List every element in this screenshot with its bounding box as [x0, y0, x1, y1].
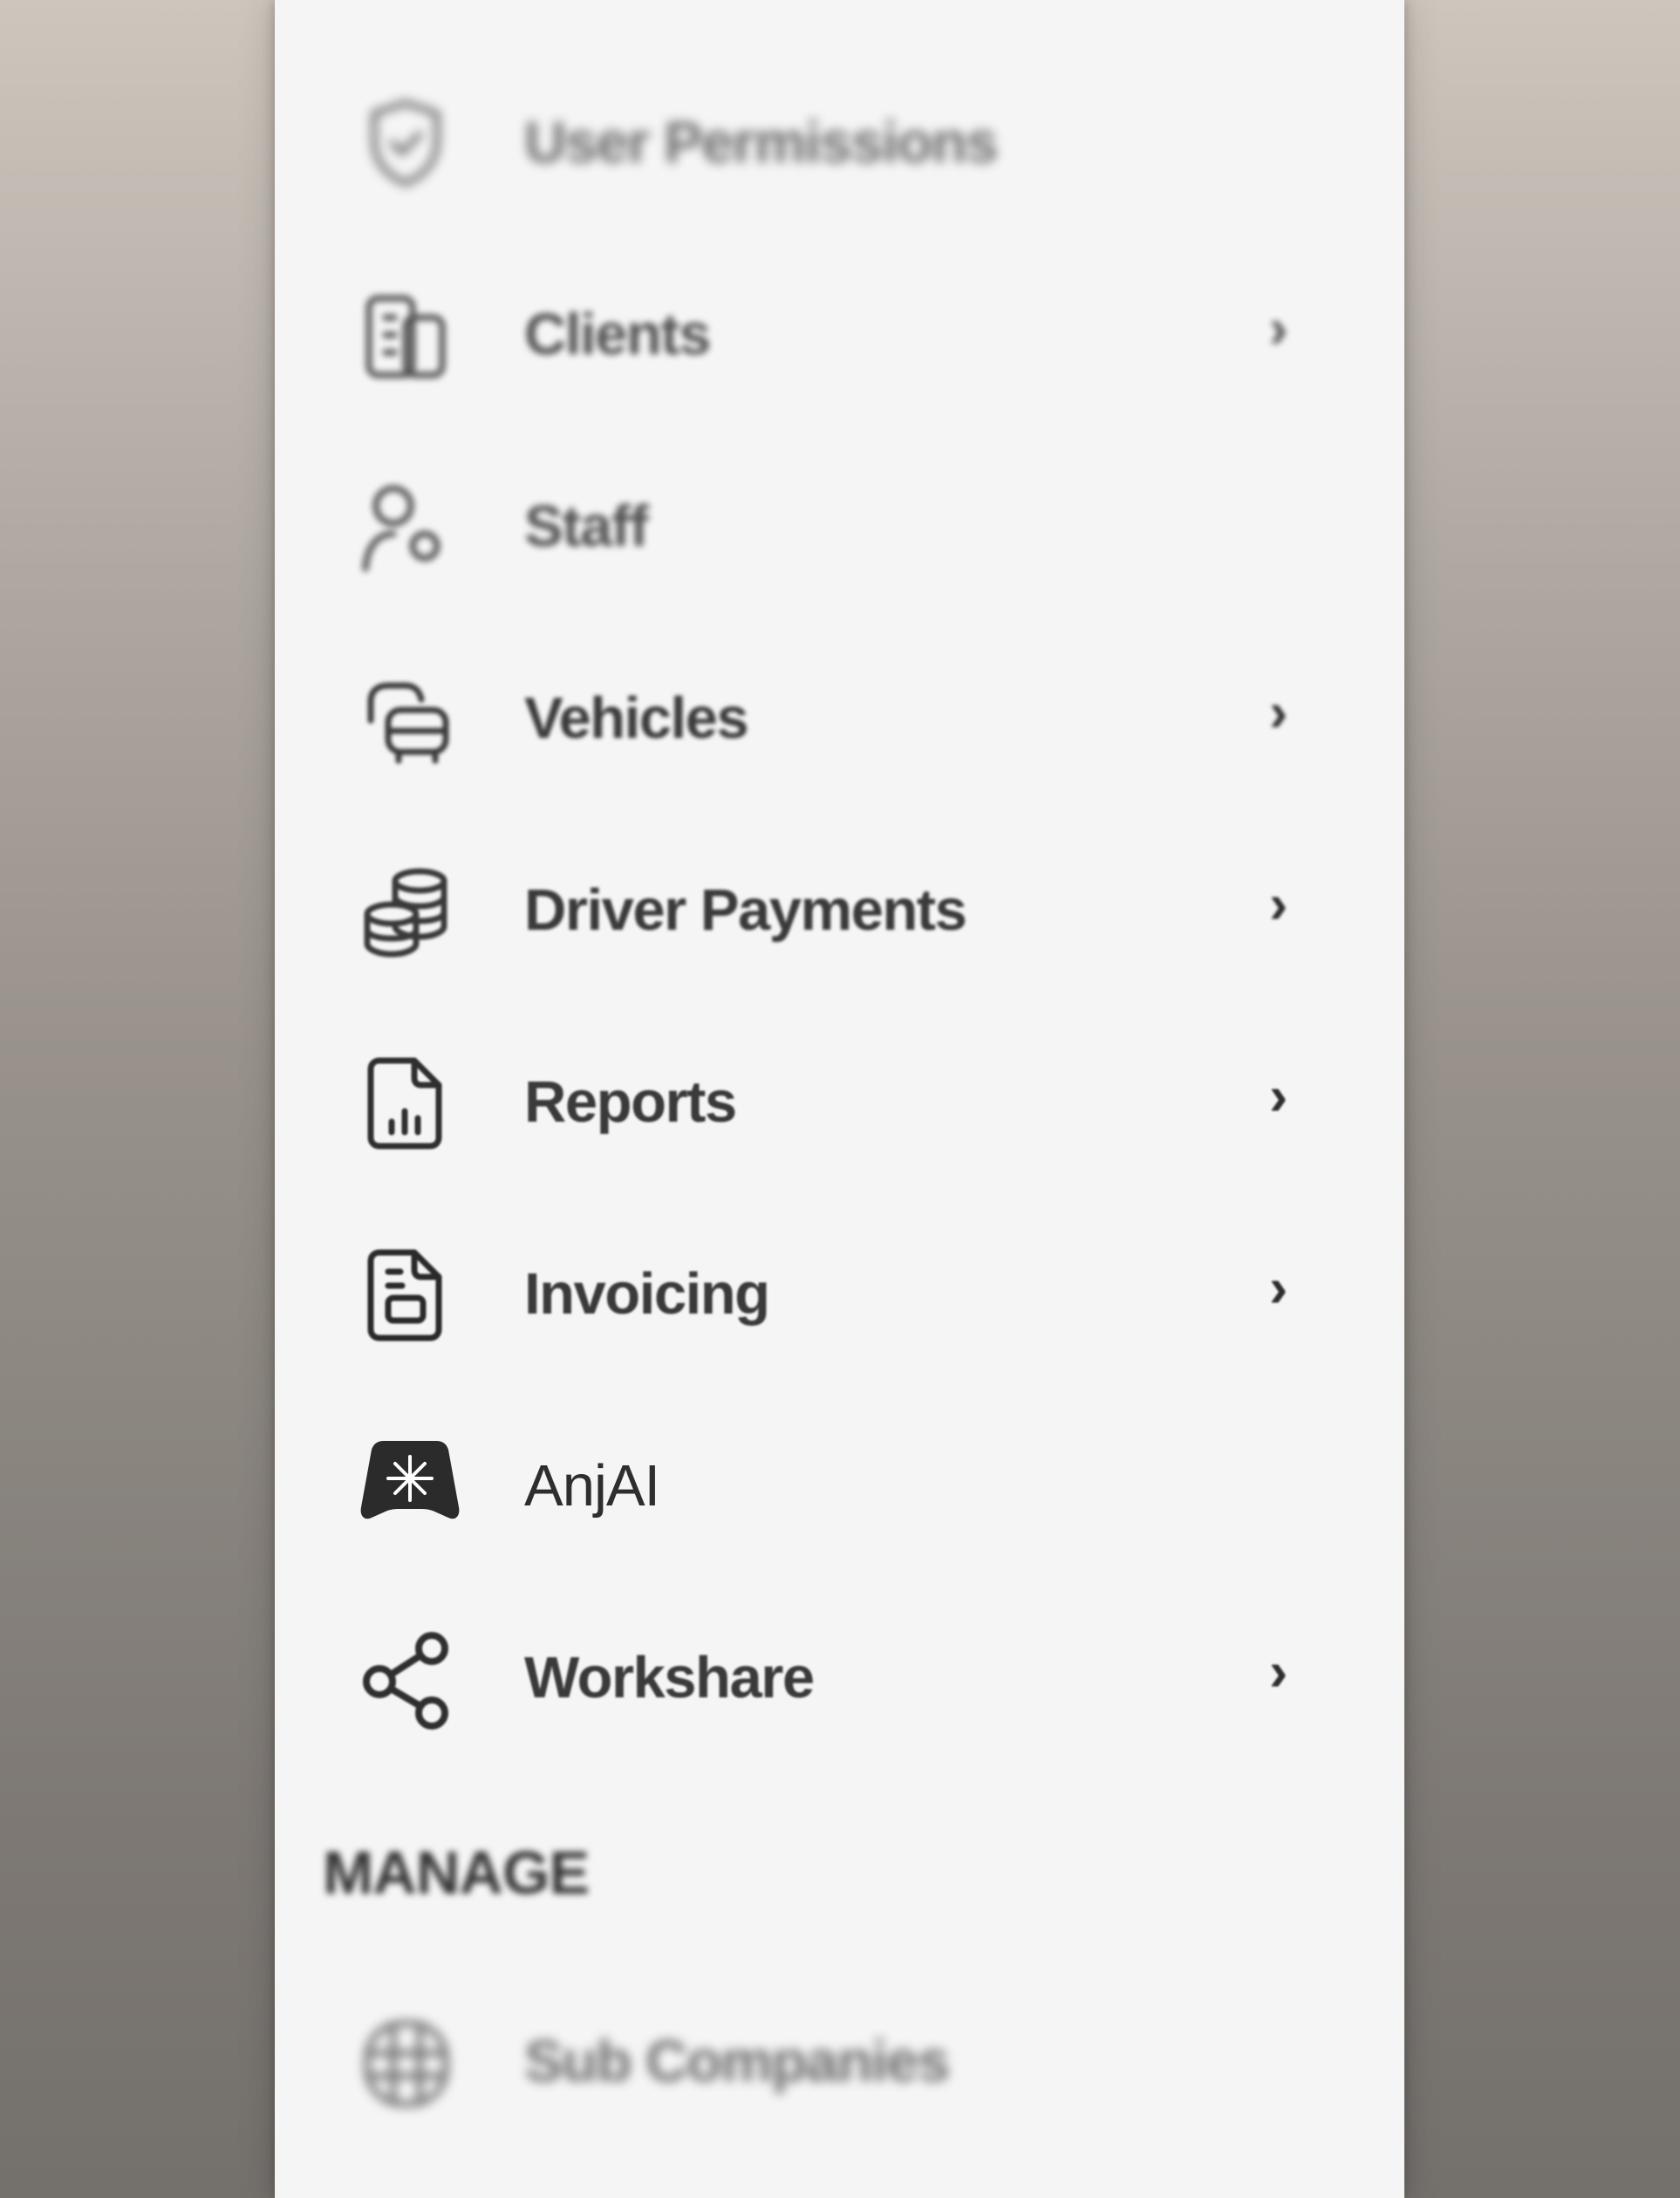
anjai-logo-icon — [358, 1437, 462, 1525]
menu-item-anjai[interactable]: AnjAI — [275, 1396, 1404, 1553]
share-nodes-icon — [353, 1626, 458, 1730]
chevron-right-icon: › — [1269, 872, 1288, 935]
menu-item-reports[interactable]: Reports › — [275, 1012, 1404, 1169]
menu-item-invoicing[interactable]: Invoicing › — [275, 1204, 1404, 1361]
menu-item-sub-companies[interactable]: Sub Companies — [275, 1971, 1404, 2128]
menu-item-clients[interactable]: Clients › — [275, 244, 1404, 401]
chevron-right-icon: › — [1269, 1064, 1288, 1127]
chevron-right-icon: › — [1269, 1256, 1288, 1319]
vehicles-icon — [353, 666, 458, 771]
chevron-right-icon: › — [1269, 680, 1288, 743]
globe-icon — [353, 2010, 458, 2114]
menu-item-label: AnjAI — [524, 1453, 660, 1519]
menu-item-staff[interactable]: Staff — [275, 436, 1404, 593]
menu-item-driver-payments[interactable]: Driver Payments › — [275, 820, 1404, 977]
menu-item-label: Reports — [524, 1069, 737, 1135]
menu-item-label: User Permissions — [524, 110, 999, 175]
chevron-right-icon: › — [1269, 1640, 1288, 1703]
menu-item-label: Workshare — [524, 1645, 815, 1710]
menu-item-workshare[interactable]: Workshare › — [275, 1587, 1404, 1744]
coins-icon — [353, 858, 458, 963]
menu-item-label: Sub Companies — [524, 2029, 950, 2094]
invoice-icon — [353, 1242, 458, 1347]
users-icon — [353, 474, 458, 579]
menu-item-vehicles[interactable]: Vehicles › — [275, 628, 1404, 785]
navigation-menu-panel: User Permissions Clients › Staff Vehicle… — [275, 0, 1404, 2198]
report-chart-icon — [353, 1050, 458, 1155]
shield-check-icon — [353, 91, 458, 195]
menu-item-label: Invoicing — [524, 1261, 770, 1327]
menu-item-user-permissions[interactable]: User Permissions — [275, 52, 1404, 209]
menu-item-label: Staff — [524, 494, 649, 559]
section-header-manage: MANAGE — [323, 1839, 590, 1907]
buildings-icon — [353, 283, 458, 387]
menu-item-label: Clients — [524, 302, 711, 367]
menu-item-label: Driver Payments — [524, 877, 967, 943]
chevron-right-icon: › — [1269, 297, 1288, 359]
menu-item-label: Vehicles — [524, 686, 749, 751]
